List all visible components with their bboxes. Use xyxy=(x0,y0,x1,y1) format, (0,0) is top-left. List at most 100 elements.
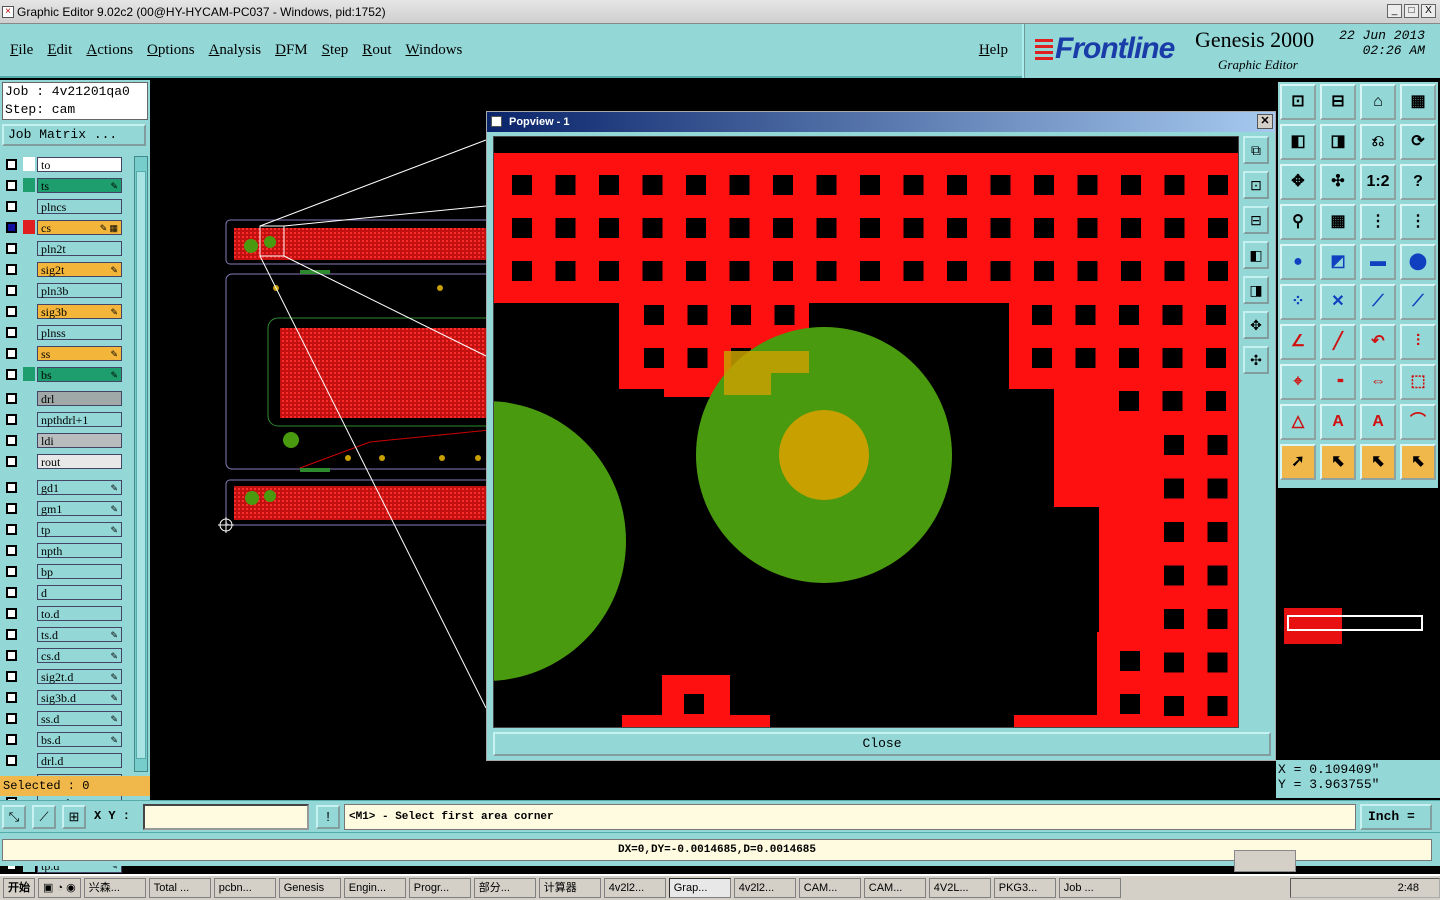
taskbar-item[interactable]: Progr... xyxy=(408,878,471,898)
layer-row[interactable]: bs ✎ xyxy=(2,366,122,382)
layer-name[interactable]: bs.d ✎ xyxy=(37,731,122,747)
popview-close-icon[interactable]: ✕ xyxy=(1257,114,1273,129)
connect-icon[interactable]: ⟋ xyxy=(1360,284,1396,320)
menu-windows[interactable]: Windows xyxy=(405,42,462,59)
layer-checkbox[interactable] xyxy=(6,179,17,191)
ruler-icon[interactable]: ▬ xyxy=(1360,244,1396,280)
fit-icon[interactable]: ✥ xyxy=(1243,311,1269,339)
zoom-out-icon[interactable]: ⊟ xyxy=(1243,206,1269,234)
layer-row[interactable]: d xyxy=(2,584,122,600)
layer-row[interactable]: ss ✎ xyxy=(2,345,122,361)
layer-checkbox[interactable] xyxy=(6,754,17,766)
popview-close-button[interactable]: Close xyxy=(493,732,1271,756)
window-icon[interactable]: ▦ xyxy=(1400,84,1436,120)
layer-name[interactable]: d xyxy=(37,584,122,600)
layer-row[interactable]: pln2t xyxy=(2,240,122,256)
taskbar-item[interactable]: 4v2l2... xyxy=(603,878,666,898)
layer-name[interactable]: plncs xyxy=(37,198,122,214)
layer-name[interactable]: bs ✎ xyxy=(37,366,122,382)
taskbar-item[interactable]: 兴森... xyxy=(83,878,146,898)
pan-left-icon[interactable]: ◧ xyxy=(1243,241,1269,269)
layer-row[interactable]: to xyxy=(2,156,122,172)
pad-icon[interactable]: ● xyxy=(1280,244,1316,280)
layer-row[interactable]: rout xyxy=(2,453,122,469)
alert-icon[interactable]: ! xyxy=(316,805,340,829)
snap2-icon[interactable]: ⋮ xyxy=(1400,204,1436,240)
refresh-icon[interactable]: ⟳ xyxy=(1400,124,1436,160)
layer-checkbox[interactable] xyxy=(6,455,17,467)
layer-row[interactable]: to.d xyxy=(2,605,122,621)
taskbar-item[interactable]: 4v2l2... xyxy=(733,878,796,898)
layer-row[interactable]: npth xyxy=(2,542,122,558)
menu-actions[interactable]: Actions xyxy=(86,42,133,59)
layer-checkbox[interactable] xyxy=(6,326,17,338)
layer-name[interactable]: to.d xyxy=(37,605,122,621)
mirror-icon[interactable]: ⎌ xyxy=(1360,124,1396,160)
scrollbar-thumb[interactable] xyxy=(136,171,146,759)
layer-row[interactable]: drl xyxy=(2,390,122,406)
taskbar-item[interactable]: CAM... xyxy=(798,878,861,898)
layer-checkbox[interactable] xyxy=(6,670,17,682)
layer-checkbox[interactable] xyxy=(6,200,17,212)
layer-name[interactable]: tp ✎ xyxy=(37,521,122,537)
layer-name[interactable]: plnss xyxy=(37,324,122,340)
layer-checkbox[interactable] xyxy=(6,263,17,275)
arc-text-icon[interactable]: ⌒ xyxy=(1400,404,1436,440)
pan-right-icon[interactable]: ◨ xyxy=(1243,276,1269,304)
layer-checkbox[interactable] xyxy=(6,481,17,493)
taskbar-item[interactable]: Grap... xyxy=(668,878,731,898)
taskbar-item[interactable]: 4V2L... xyxy=(928,878,991,898)
layer-name[interactable]: pln3b xyxy=(37,282,122,298)
layer-checkbox[interactable] xyxy=(6,392,17,404)
angle-icon[interactable]: ∠ xyxy=(1280,324,1316,360)
layer-row[interactable]: ts.d ✎ xyxy=(2,626,122,642)
layer-checkbox[interactable] xyxy=(6,607,17,619)
taskbar-item[interactable]: Total ... xyxy=(148,878,211,898)
layer-checkbox[interactable] xyxy=(6,434,17,446)
snap-mode-icon[interactable]: ⤡ xyxy=(2,805,26,829)
layer-scrollbar[interactable] xyxy=(134,156,148,772)
layer-checkbox[interactable] xyxy=(6,221,17,233)
layer-name[interactable]: npth xyxy=(37,542,122,558)
language-bar[interactable] xyxy=(1234,850,1296,872)
layer-row[interactable]: ts ✎ xyxy=(2,177,122,193)
layer-checkbox[interactable] xyxy=(6,586,17,598)
close-button[interactable]: X xyxy=(1421,4,1436,18)
layer-name[interactable]: cs ✎ ▦ xyxy=(37,219,122,235)
layer-name[interactable]: ldi xyxy=(37,432,122,448)
group-icon[interactable]: ⬚ xyxy=(1400,364,1436,400)
minimize-button[interactable]: _ xyxy=(1387,4,1402,18)
layer-row[interactable]: pln3b xyxy=(2,282,122,298)
help-icon[interactable]: ? xyxy=(1400,164,1436,200)
layer-name[interactable]: drl.d xyxy=(37,752,122,768)
popview-title-bar[interactable]: Popview - 1 ✕ xyxy=(487,112,1275,132)
layer-checkbox[interactable] xyxy=(6,284,17,296)
layer-checkbox[interactable] xyxy=(6,242,17,254)
menu-analysis[interactable]: Analysis xyxy=(209,42,262,59)
layer-row[interactable]: sig3b.d ✎ xyxy=(2,689,122,705)
layer-row[interactable]: plncs xyxy=(2,198,122,214)
layer-checkbox[interactable] xyxy=(6,544,17,556)
grid-mode-icon[interactable]: ⊞ xyxy=(62,805,86,829)
measure-mode-icon[interactable]: ⟋ xyxy=(32,805,56,829)
line-icon[interactable]: ◩ xyxy=(1320,244,1356,280)
layer-name[interactable]: npthdrl+1 xyxy=(37,411,122,427)
zoom-fit-icon[interactable]: ✥ xyxy=(1280,164,1316,200)
cross-icon[interactable]: ✕ xyxy=(1320,284,1356,320)
menu-edit[interactable]: Edit xyxy=(47,42,72,59)
layer-name[interactable]: bp xyxy=(37,563,122,579)
circle-icon[interactable]: ⬤ xyxy=(1400,244,1436,280)
layer-row[interactable]: drl.d xyxy=(2,752,122,768)
layer-checkbox[interactable] xyxy=(6,305,17,317)
layer-checkbox[interactable] xyxy=(6,502,17,514)
taskbar-item[interactable]: 计算器 xyxy=(538,878,601,898)
layer-row[interactable]: sig2t ✎ xyxy=(2,261,122,277)
layer-name[interactable]: gm1 ✎ xyxy=(37,500,122,516)
taskbar-item[interactable]: PKG3... xyxy=(993,878,1056,898)
units-selector[interactable]: Inch = xyxy=(1360,804,1432,830)
maximize-button[interactable]: □ xyxy=(1404,4,1419,18)
resize-icon[interactable]: ⇔ xyxy=(1360,364,1396,400)
layer-name[interactable]: drl xyxy=(37,390,122,406)
layer-row[interactable]: tp ✎ xyxy=(2,521,122,537)
layer-row[interactable]: bp xyxy=(2,563,122,579)
